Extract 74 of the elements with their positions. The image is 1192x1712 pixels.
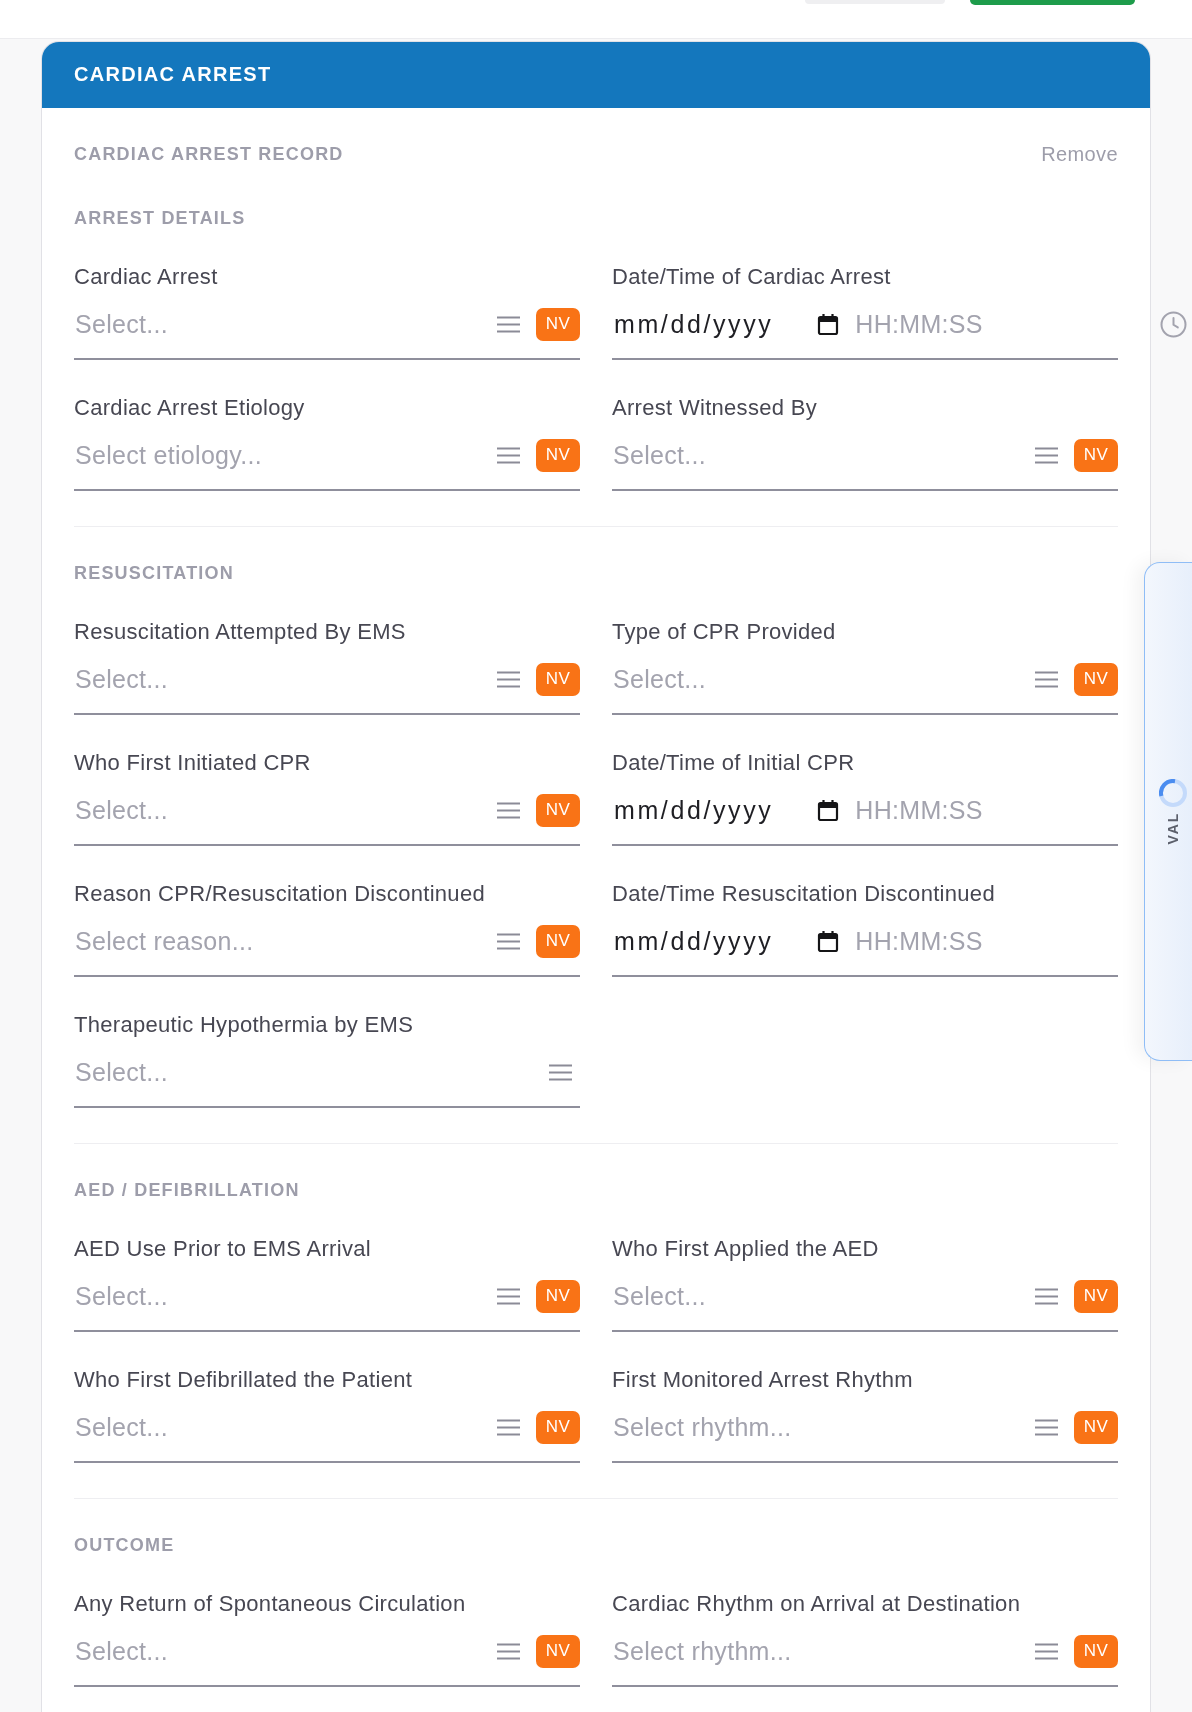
calendar-icon[interactable]	[817, 930, 840, 952]
select-field[interactable]: Select rhythm... NV	[612, 1627, 1118, 1687]
menu-icon[interactable]	[497, 932, 520, 950]
select-field[interactable]: Select... NV	[74, 655, 580, 715]
section-heading: OUTCOME	[74, 1535, 176, 1555]
status-badge: NV	[536, 662, 580, 696]
field-label: Date/Time Resuscitation Discontinued	[612, 881, 996, 907]
field-label: Reason CPR/Resuscitation Discontinued	[74, 881, 486, 907]
remove-button[interactable]: Remove	[1041, 143, 1118, 165]
menu-icon[interactable]	[1035, 1418, 1058, 1436]
card-header: CARDIAC ARREST	[42, 42, 1150, 108]
side-tab[interactable]: VAL	[1144, 562, 1192, 1061]
select-field[interactable]: Select... NV	[612, 655, 1118, 715]
field-label: Any Return of Spontaneous Circulation	[74, 1591, 467, 1617]
select-field[interactable]: Select... NV	[74, 786, 580, 846]
select-field[interactable]: Select...	[74, 1048, 580, 1108]
field-label: Who First Initiated CPR	[74, 750, 312, 776]
field-label: Date/Time of Initial CPR	[612, 750, 856, 776]
field-label: Therapeutic Hypothermia by EMS	[74, 1012, 415, 1038]
status-badge: NV	[1074, 1279, 1118, 1313]
menu-icon[interactable]	[497, 315, 520, 333]
menu-icon[interactable]	[497, 446, 520, 464]
select-field[interactable]: Select... NV	[612, 431, 1118, 491]
select-field[interactable]: Select rhythm... NV	[612, 1403, 1118, 1463]
field-label: Date/Time of Cardiac Arrest	[612, 264, 892, 290]
menu-icon[interactable]	[497, 1418, 520, 1436]
field-label: AED Use Prior to EMS Arrival	[74, 1236, 372, 1262]
status-badge: NV	[536, 307, 580, 341]
menu-icon[interactable]	[497, 801, 520, 819]
field-label: Cardiac Arrest Etiology	[74, 395, 306, 421]
status-badge: NV	[1074, 1410, 1118, 1444]
select-field[interactable]: Select reason... NV	[74, 917, 580, 977]
calendar-icon[interactable]	[817, 799, 840, 821]
status-badge: NV	[536, 793, 580, 827]
datetime-field[interactable]: mm/dd/yyyy HH:MM:SS	[612, 786, 1118, 846]
status-badge: NV	[536, 1279, 580, 1313]
field-label: Arrest Witnessed By	[612, 395, 818, 421]
menu-icon[interactable]	[1035, 670, 1058, 688]
menu-icon[interactable]	[549, 1063, 572, 1081]
menu-icon[interactable]	[497, 1287, 520, 1305]
status-badge: NV	[536, 1634, 580, 1668]
datetime-field[interactable]: mm/dd/yyyy HH:MM:SS	[612, 300, 1118, 360]
clock-icon[interactable]	[1160, 311, 1187, 338]
menu-icon[interactable]	[497, 670, 520, 688]
menu-icon[interactable]	[1035, 1642, 1058, 1660]
field-label: Who First Applied the AED	[612, 1236, 880, 1262]
record-title: CARDIAC ARREST RECORD	[74, 144, 344, 164]
field-label: Who First Defibrillated the Patient	[74, 1367, 414, 1393]
select-field[interactable]: Select... NV	[74, 1403, 580, 1463]
field-label: First Monitored Arrest Rhythm	[612, 1367, 914, 1393]
select-field[interactable]: Select... NV	[74, 300, 580, 360]
status-badge: NV	[1074, 662, 1118, 696]
menu-icon[interactable]	[1035, 446, 1058, 464]
section-heading: RESUSCITATION	[74, 563, 235, 583]
select-field[interactable]: Select... NV	[74, 1272, 580, 1332]
field-label: Resuscitation Attempted By EMS	[74, 619, 407, 645]
status-badge: NV	[536, 1410, 580, 1444]
field-label: Cardiac Rhythm on Arrival at Destination	[612, 1591, 1022, 1617]
field-label: Type of CPR Provided	[612, 619, 837, 645]
status-badge: NV	[1074, 1634, 1118, 1668]
status-badge: NV	[536, 924, 580, 958]
section-heading: AED / DEFIBRILLATION	[74, 1180, 301, 1200]
field-label: Cardiac Arrest	[74, 264, 219, 290]
select-field[interactable]: Select etiology... NV	[74, 431, 580, 491]
calendar-icon[interactable]	[817, 313, 840, 335]
spinner-icon	[1158, 778, 1187, 807]
menu-icon[interactable]	[1035, 1287, 1058, 1305]
section-heading: ARREST DETAILS	[74, 208, 247, 228]
status-badge: NV	[536, 438, 580, 472]
select-field[interactable]: Select... NV	[74, 1627, 580, 1687]
menu-icon[interactable]	[497, 1642, 520, 1660]
status-badge: NV	[1074, 438, 1118, 472]
select-field[interactable]: Select... NV	[612, 1272, 1118, 1332]
datetime-field[interactable]: mm/dd/yyyy HH:MM:SS	[612, 917, 1118, 977]
